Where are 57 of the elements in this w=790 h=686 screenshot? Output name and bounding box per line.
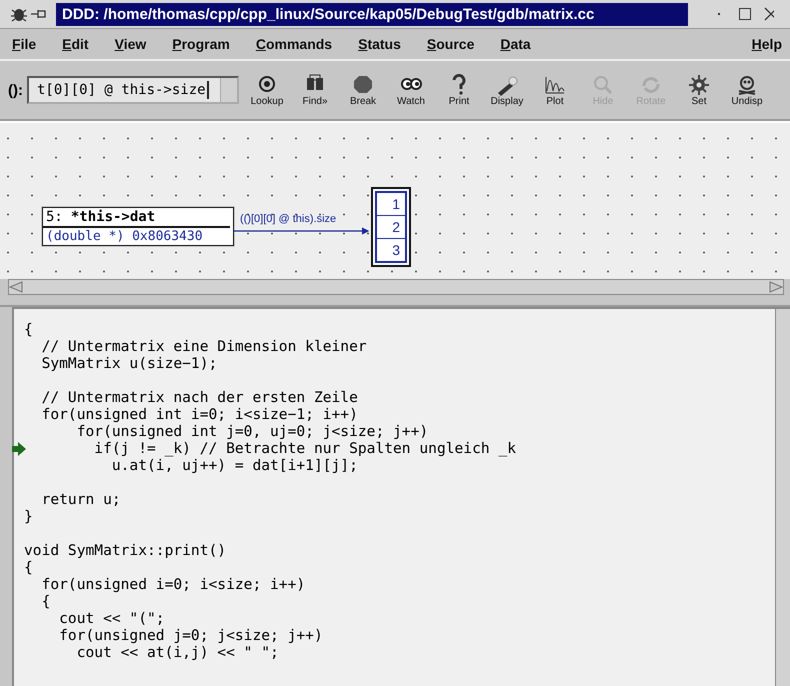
menu-item[interactable]: Program <box>172 36 230 52</box>
code-line: // Untermatrix eine Dimension kleiner <box>40 338 367 355</box>
code-line: // Untermatrix nach der ersten Zeile <box>40 389 358 406</box>
node-value: (double *) 0x8063430 <box>45 228 204 245</box>
code-line: { <box>24 321 33 338</box>
bug-icon <box>10 6 28 22</box>
menu-item[interactable]: Help <box>752 36 782 52</box>
menu-item[interactable]: Data <box>500 36 531 52</box>
code-line: return u; <box>40 491 121 508</box>
code-line: } <box>24 508 33 525</box>
code-line: u.at(i, uj++) = dat[i+1][j]; <box>110 457 358 474</box>
toolbar-button[interactable]: Print <box>435 74 483 106</box>
stop-sign-icon <box>352 74 374 96</box>
gear-icon <box>688 74 710 96</box>
toolbar-button[interactable]: Break <box>339 74 387 106</box>
magnifier-icon <box>592 74 614 96</box>
close-icon[interactable] <box>764 7 774 21</box>
menu-item[interactable]: Edit <box>62 36 89 52</box>
toolbar-button[interactable]: Undisp <box>723 74 771 106</box>
edge-label: (()[0][0] @ this).size <box>240 213 336 225</box>
code-line: { <box>40 593 50 610</box>
array-value: 3 <box>391 241 401 260</box>
menu-item[interactable]: View <box>114 36 146 52</box>
array-value: 2 <box>377 216 405 239</box>
toolbar-button[interactable]: Display <box>483 74 531 106</box>
horizontal-scrollbar[interactable] <box>8 279 784 295</box>
menu-item[interactable]: Source <box>426 36 474 52</box>
array-value: 1 <box>377 193 405 216</box>
code-line: void SymMatrix::print() <box>24 542 226 559</box>
code-line: if(j != _k) // Betrachte nur Spalten ungleich _k <box>93 440 516 457</box>
toolbar-button[interactable]: Set <box>675 74 723 106</box>
toolbar-button[interactable]: Find» <box>291 74 339 106</box>
code-line: cout << "("; <box>58 610 165 627</box>
menu-item[interactable]: Commands <box>256 36 332 52</box>
code-line: for(unsigned j=0; j<size; j++) <box>58 627 323 644</box>
menu-item[interactable]: Status <box>358 36 401 52</box>
code-line: for(unsigned i=0; i<size; i++) <box>40 576 306 593</box>
code-line: cout << at(i,j) << " "; <box>76 644 279 661</box>
menu-item[interactable]: File <box>12 36 36 52</box>
node-expression: *this->dat <box>70 209 156 225</box>
argument-field[interactable]: t[0][0] @ this->size <box>27 76 239 104</box>
window-title: DDD: /home/thomas/cpp/cpp_linux/Source/kap05/DebugTest/gdb/matrix.cc <box>56 2 688 26</box>
code-line: { <box>24 559 33 576</box>
code-line: SymMatrix u(size−1); <box>40 355 218 372</box>
flashlight-icon <box>496 74 518 96</box>
left-arrow-icon <box>9 281 23 293</box>
maximize-icon[interactable] <box>738 7 752 21</box>
code-line: for(unsigned int j=0, uj=0; j<size; j++) <box>76 423 428 440</box>
code-line: for(unsigned int i=0; i<size−1; i++) <box>40 406 358 423</box>
node-number: 5: <box>46 209 63 225</box>
toolbar-button[interactable]: Watch <box>387 74 435 106</box>
skull-icon <box>736 74 758 96</box>
argument-label: (): <box>8 82 23 98</box>
toolbar-button[interactable]: Plot <box>531 74 579 106</box>
toolbar-button[interactable]: Lookup <box>243 74 291 106</box>
right-arrow-icon <box>769 281 783 293</box>
vertical-scrollbar[interactable] <box>775 309 790 686</box>
